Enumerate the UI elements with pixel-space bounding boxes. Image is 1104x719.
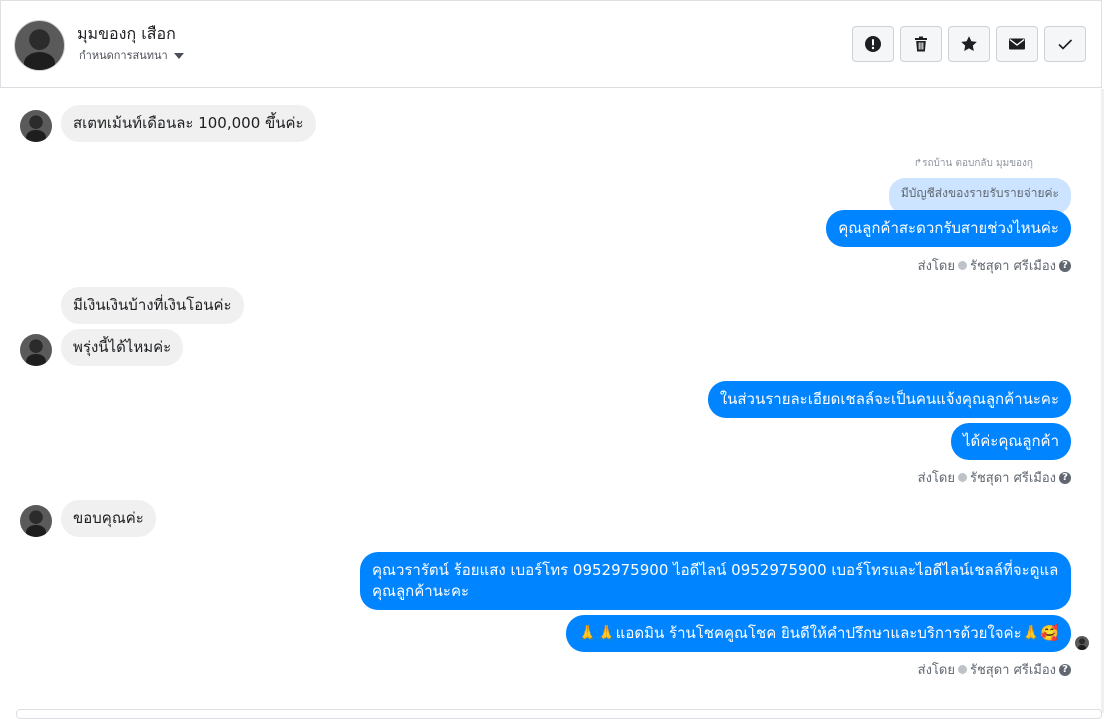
sent-by-prefix: ส่งโดย: [917, 259, 955, 274]
contact-name[interactable]: มุมของกุ เสือก: [77, 22, 176, 47]
incoming-message: ขอบคุณค่ะ: [61, 500, 156, 537]
outgoing-message: คุณวรารัตน์ ร้อยแสง เบอร์โทร 0952975900 …: [360, 552, 1071, 610]
sent-by-agent[interactable]: รัชสุดา ศรีเมือง: [970, 659, 1056, 680]
envelope-icon: [1009, 38, 1025, 50]
reply-indicator: ↱รถบ้าน ตอบกลับ มุมของกุ: [913, 158, 1033, 169]
incoming-message: พรุ่งนี้ได้ไหมค่ะ: [61, 329, 184, 366]
conversation-label-dropdown[interactable]: กำหนดการสนทนา: [79, 46, 184, 64]
star-icon: [961, 36, 977, 51]
help-icon[interactable]: ?: [1059, 663, 1071, 676]
mark-unread-button[interactable]: [996, 26, 1038, 62]
exclamation-icon: [865, 36, 881, 52]
sent-by-label: ส่งโดย รัชสุดา ศรีเมือง ?: [918, 255, 1071, 276]
trash-icon: [915, 36, 927, 52]
incoming-message: มีเงินเงินบ้างที่เงินโอนค่ะ: [61, 287, 244, 324]
seen-avatar: [1075, 636, 1089, 650]
sent-by-agent[interactable]: รัชสุดา ศรีเมือง: [970, 467, 1056, 488]
help-icon[interactable]: ?: [1059, 471, 1071, 484]
contact-avatar[interactable]: [14, 20, 65, 71]
message-composer[interactable]: [16, 709, 1102, 719]
outgoing-message: ในส่วนรายละเอียดเชลล์จะเป็นคนแจ้งคุณลูกค…: [707, 381, 1071, 418]
message-thread: สเตทเม้นท์เดือนละ 100,000 ขึ้นค่ะ ↱รถบ้า…: [0, 89, 1104, 713]
conversation-label-text: กำหนดการสนทนา: [79, 49, 168, 62]
help-icon[interactable]: ?: [1059, 259, 1071, 272]
agent-status-icon: [957, 261, 967, 270]
outgoing-message: 🙏🙏แอดมิน ร้านโชคคูณโชค ยินดีให้คำปรึกษาแ…: [566, 615, 1071, 652]
caret-down-icon: [173, 52, 184, 59]
outgoing-message: คุณลูกค้าสะดวกรับสายช่วงไหนค่ะ: [826, 210, 1071, 247]
star-button[interactable]: [948, 26, 990, 62]
sent-by-label: ส่งโดย รัชสุดา ศรีเมือง ?: [918, 659, 1071, 680]
header-actions: [852, 26, 1086, 62]
delete-button[interactable]: [900, 26, 942, 62]
incoming-message: สเตทเม้นท์เดือนละ 100,000 ขึ้นค่ะ: [61, 105, 316, 142]
sent-by-label: ส่งโดย รัชสุดา ศรีเมือง ?: [918, 467, 1071, 488]
mark-spam-button[interactable]: [852, 26, 894, 62]
contact-avatar-small: [20, 505, 52, 537]
sent-by-agent[interactable]: รัชสุดา ศรีเมือง: [970, 255, 1056, 276]
agent-status-icon: [957, 473, 967, 482]
sent-by-prefix: ส่งโดย: [917, 663, 955, 678]
mark-done-button[interactable]: [1044, 26, 1086, 62]
outgoing-message: ได้ค่ะคุณลูกค้า: [950, 423, 1071, 460]
contact-avatar-small: [20, 110, 52, 142]
conversation-header: มุมของกุ เสือก กำหนดการสนทนา: [0, 0, 1102, 88]
contact-avatar-small: [20, 334, 52, 366]
sent-by-prefix: ส่งโดย: [917, 471, 955, 486]
agent-status-icon: [957, 665, 967, 674]
checkmark-icon: [1058, 39, 1073, 50]
quoted-message[interactable]: มีบัญชีส่งของรายรับรายจ่ายค่ะ: [888, 178, 1071, 214]
